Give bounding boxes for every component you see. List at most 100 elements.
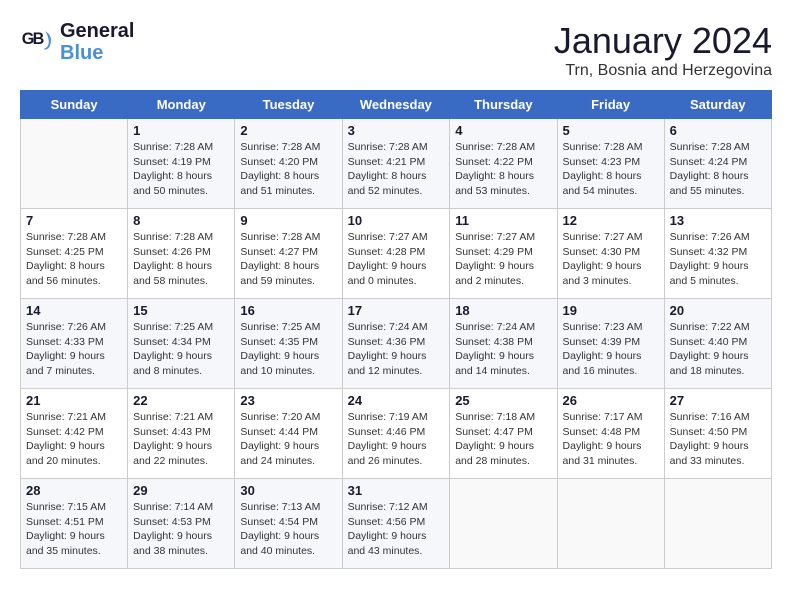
day-number: 16: [240, 303, 336, 318]
week-row-5: 28 Sunrise: 7:15 AMSunset: 4:51 PMDayligh…: [21, 479, 772, 569]
calendar-cell: 6 Sunrise: 7:28 AMSunset: 4:24 PMDaylight…: [664, 119, 771, 209]
weekday-header-wednesday: Wednesday: [342, 91, 450, 119]
day-info: Sunrise: 7:14 AMSunset: 4:53 PMDaylight:…: [133, 500, 229, 559]
calendar-cell: 28 Sunrise: 7:15 AMSunset: 4:51 PMDayligh…: [21, 479, 128, 569]
day-info: Sunrise: 7:18 AMSunset: 4:47 PMDaylight:…: [455, 410, 551, 469]
day-info: Sunrise: 7:21 AMSunset: 4:42 PMDaylight:…: [26, 410, 122, 469]
day-number: 7: [26, 213, 122, 228]
calendar-cell: 15 Sunrise: 7:25 AMSunset: 4:34 PMDayligh…: [128, 299, 235, 389]
weekday-header-sunday: Sunday: [21, 91, 128, 119]
calendar-subtitle: Trn, Bosnia and Herzegovina: [554, 62, 772, 80]
day-number: 1: [133, 123, 229, 138]
page-header: G B General Blue January 2024 Trn, Bosni…: [20, 20, 772, 80]
calendar-cell: 21 Sunrise: 7:21 AMSunset: 4:42 PMDayligh…: [21, 389, 128, 479]
calendar-cell: 14Sunrise: 7:26 AMSunset: 4:33 PMDayligh…: [21, 299, 128, 389]
day-info: Sunrise: 7:28 AMSunset: 4:20 PMDaylight:…: [240, 140, 336, 199]
calendar-cell: 2 Sunrise: 7:28 AMSunset: 4:20 PMDaylight…: [235, 119, 342, 209]
title-block: January 2024 Trn, Bosnia and Herzegovina: [554, 20, 772, 80]
day-number: 14: [26, 303, 122, 318]
calendar-cell: 1 Sunrise: 7:28 AMSunset: 4:19 PMDaylight…: [128, 119, 235, 209]
calendar-cell: 27 Sunrise: 7:16 AMSunset: 4:50 PMDayligh…: [664, 389, 771, 479]
day-info: Sunrise: 7:26 AMSunset: 4:32 PMDaylight:…: [670, 230, 766, 289]
day-number: 29: [133, 483, 229, 498]
day-info: Sunrise: 7:28 AMSunset: 4:22 PMDaylight:…: [455, 140, 551, 199]
calendar-cell: 19Sunrise: 7:23 AMSunset: 4:39 PMDayligh…: [557, 299, 664, 389]
day-info: Sunrise: 7:24 AMSunset: 4:36 PMDaylight:…: [348, 320, 445, 379]
calendar-cell: 5 Sunrise: 7:28 AMSunset: 4:23 PMDaylight…: [557, 119, 664, 209]
day-info: Sunrise: 7:17 AMSunset: 4:48 PMDaylight:…: [563, 410, 659, 469]
day-number: 13: [670, 213, 766, 228]
day-number: 18: [455, 303, 551, 318]
calendar-cell: [21, 119, 128, 209]
day-info: Sunrise: 7:27 AMSunset: 4:30 PMDaylight:…: [563, 230, 659, 289]
day-number: 21: [26, 393, 122, 408]
calendar-cell: [557, 479, 664, 569]
week-row-2: 7 Sunrise: 7:28 AMSunset: 4:25 PMDaylight…: [21, 209, 772, 299]
calendar-cell: 16 Sunrise: 7:25 AMSunset: 4:35 PMDayligh…: [235, 299, 342, 389]
calendar-cell: 23 Sunrise: 7:20 AMSunset: 4:44 PMDayligh…: [235, 389, 342, 479]
day-info: Sunrise: 7:15 AMSunset: 4:51 PMDaylight:…: [26, 500, 122, 559]
calendar-cell: 8 Sunrise: 7:28 AMSunset: 4:26 PMDaylight…: [128, 209, 235, 299]
day-info: Sunrise: 7:28 AMSunset: 4:27 PMDaylight:…: [240, 230, 336, 289]
day-info: Sunrise: 7:20 AMSunset: 4:44 PMDaylight:…: [240, 410, 336, 469]
day-info: Sunrise: 7:28 AMSunset: 4:24 PMDaylight:…: [670, 140, 766, 199]
day-number: 23: [240, 393, 336, 408]
week-row-3: 14Sunrise: 7:26 AMSunset: 4:33 PMDayligh…: [21, 299, 772, 389]
week-row-1: 1 Sunrise: 7:28 AMSunset: 4:19 PMDaylight…: [21, 119, 772, 209]
day-info: Sunrise: 7:12 AMSunset: 4:56 PMDaylight:…: [348, 500, 445, 559]
day-number: 15: [133, 303, 229, 318]
calendar-cell: 22 Sunrise: 7:21 AMSunset: 4:43 PMDayligh…: [128, 389, 235, 479]
day-number: 27: [670, 393, 766, 408]
calendar-title: January 2024: [554, 20, 772, 62]
calendar-cell: 4 Sunrise: 7:28 AMSunset: 4:22 PMDaylight…: [450, 119, 557, 209]
day-number: 19: [563, 303, 659, 318]
day-number: 6: [670, 123, 766, 138]
logo-line2: Blue: [60, 42, 134, 64]
calendar-cell: 9Sunrise: 7:28 AMSunset: 4:27 PMDaylight…: [235, 209, 342, 299]
day-number: 31: [348, 483, 445, 498]
day-number: 4: [455, 123, 551, 138]
day-info: Sunrise: 7:16 AMSunset: 4:50 PMDaylight:…: [670, 410, 766, 469]
day-number: 24: [348, 393, 445, 408]
day-info: Sunrise: 7:25 AMSunset: 4:34 PMDaylight:…: [133, 320, 229, 379]
weekday-header-thursday: Thursday: [450, 91, 557, 119]
calendar-cell: 30 Sunrise: 7:13 AMSunset: 4:54 PMDayligh…: [235, 479, 342, 569]
calendar-cell: 25Sunrise: 7:18 AMSunset: 4:47 PMDayligh…: [450, 389, 557, 479]
day-number: 22: [133, 393, 229, 408]
calendar-cell: 26 Sunrise: 7:17 AMSunset: 4:48 PMDayligh…: [557, 389, 664, 479]
day-number: 26: [563, 393, 659, 408]
calendar-cell: [450, 479, 557, 569]
day-number: 28: [26, 483, 122, 498]
day-info: Sunrise: 7:25 AMSunset: 4:35 PMDaylight:…: [240, 320, 336, 379]
day-number: 2: [240, 123, 336, 138]
day-info: Sunrise: 7:13 AMSunset: 4:54 PMDaylight:…: [240, 500, 336, 559]
logo-line1: General: [60, 20, 134, 42]
day-info: Sunrise: 7:19 AMSunset: 4:46 PMDaylight:…: [348, 410, 445, 469]
day-number: 20: [670, 303, 766, 318]
day-info: Sunrise: 7:28 AMSunset: 4:21 PMDaylight:…: [348, 140, 445, 199]
day-info: Sunrise: 7:28 AMSunset: 4:25 PMDaylight:…: [26, 230, 122, 289]
day-number: 17: [348, 303, 445, 318]
calendar-cell: [664, 479, 771, 569]
day-number: 30: [240, 483, 336, 498]
calendar-table: SundayMondayTuesdayWednesdayThursdayFrid…: [20, 90, 772, 569]
day-number: 5: [563, 123, 659, 138]
day-number: 8: [133, 213, 229, 228]
weekday-header-row: SundayMondayTuesdayWednesdayThursdayFrid…: [21, 91, 772, 119]
calendar-cell: 13 Sunrise: 7:26 AMSunset: 4:32 PMDayligh…: [664, 209, 771, 299]
calendar-cell: 20Sunrise: 7:22 AMSunset: 4:40 PMDayligh…: [664, 299, 771, 389]
weekday-header-friday: Friday: [557, 91, 664, 119]
day-info: Sunrise: 7:24 AMSunset: 4:38 PMDaylight:…: [455, 320, 551, 379]
day-info: Sunrise: 7:28 AMSunset: 4:26 PMDaylight:…: [133, 230, 229, 289]
weekday-header-monday: Monday: [128, 91, 235, 119]
day-info: Sunrise: 7:27 AMSunset: 4:29 PMDaylight:…: [455, 230, 551, 289]
day-number: 12: [563, 213, 659, 228]
week-row-4: 21 Sunrise: 7:21 AMSunset: 4:42 PMDayligh…: [21, 389, 772, 479]
day-info: Sunrise: 7:21 AMSunset: 4:43 PMDaylight:…: [133, 410, 229, 469]
calendar-cell: 7 Sunrise: 7:28 AMSunset: 4:25 PMDaylight…: [21, 209, 128, 299]
calendar-cell: 10Sunrise: 7:27 AMSunset: 4:28 PMDayligh…: [342, 209, 450, 299]
logo: G B General Blue: [20, 20, 134, 64]
day-info: Sunrise: 7:28 AMSunset: 4:23 PMDaylight:…: [563, 140, 659, 199]
day-info: Sunrise: 7:28 AMSunset: 4:19 PMDaylight:…: [133, 140, 229, 199]
calendar-cell: 11Sunrise: 7:27 AMSunset: 4:29 PMDayligh…: [450, 209, 557, 299]
